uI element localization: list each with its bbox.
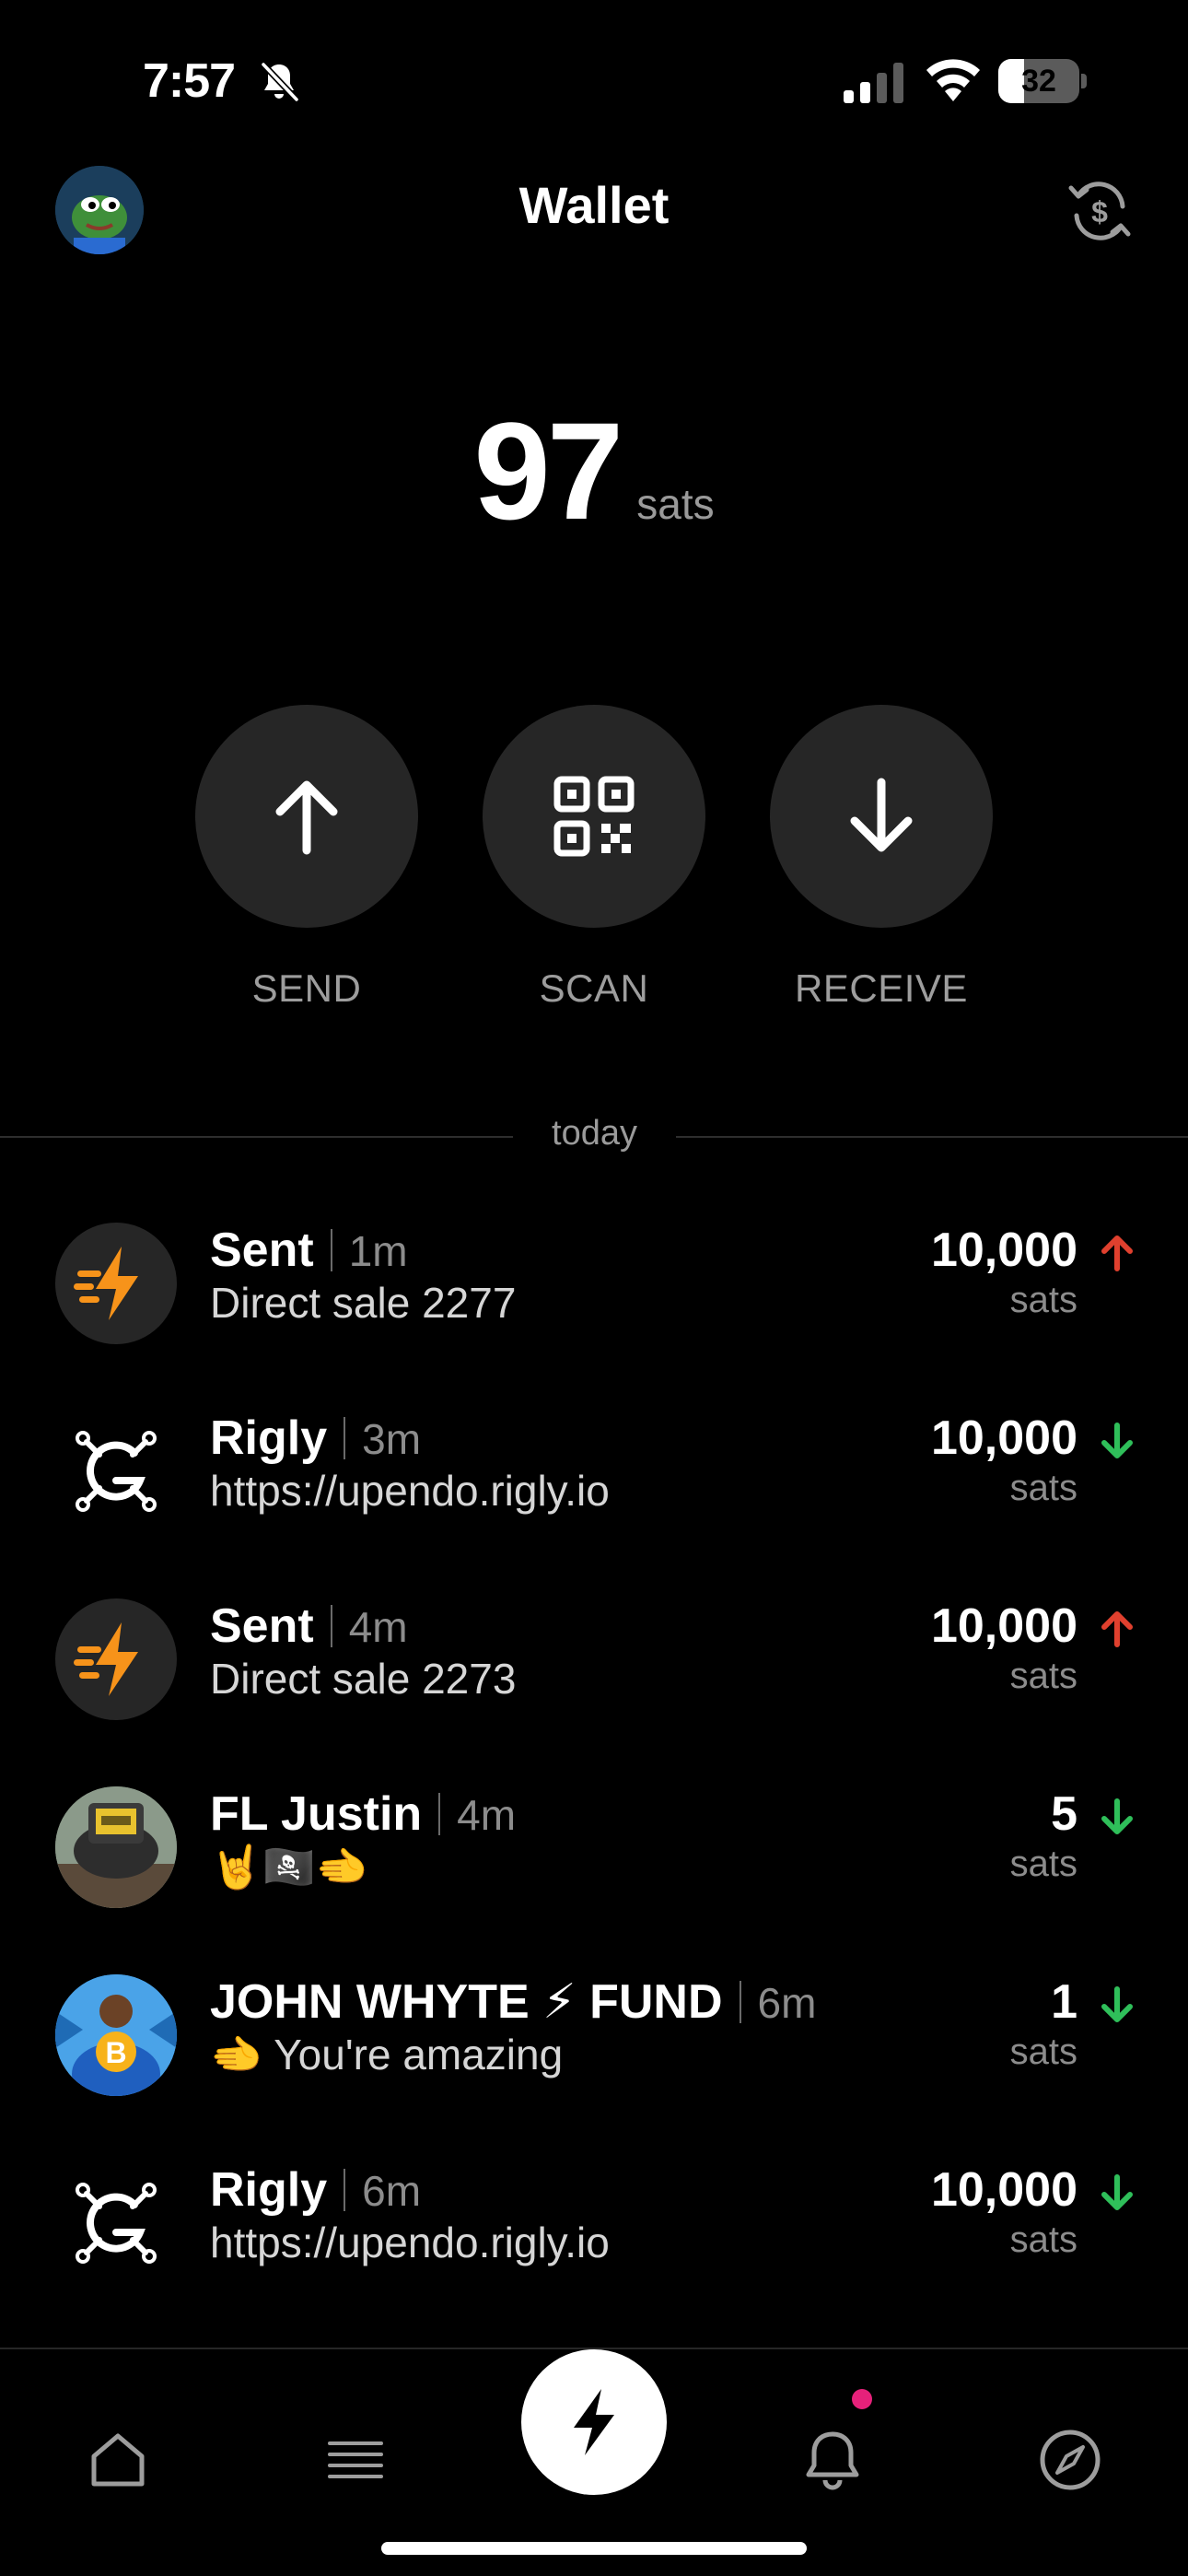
- arrow-down-icon: [1101, 2174, 1133, 2210]
- balance-amount: 97: [473, 393, 623, 548]
- qr-code-icon: [553, 776, 635, 857]
- page-title: Wallet: [518, 176, 670, 234]
- transaction-row[interactable]: FL Justin 4m 🤘🏴‍☠️🫲 5 sats: [0, 1786, 1188, 1943]
- transaction-name: JOHN WHYTE ⚡ FUND: [210, 1975, 723, 2029]
- bell-icon[interactable]: [796, 2423, 869, 2497]
- transaction-row[interactable]: Rigly 6m https://upendo.rigly.io 10,000 s…: [0, 2162, 1188, 2319]
- transaction-name: Sent: [210, 1224, 314, 1277]
- receive-button[interactable]: RECEIVE: [770, 705, 993, 1011]
- transaction-row[interactable]: Sent 4m Direct sale 2273 10,000 sats: [0, 1598, 1188, 1755]
- transaction-time: 6m: [362, 2167, 422, 2215]
- send-label: SEND: [251, 966, 362, 1010]
- transaction-unit: sats: [1009, 2219, 1077, 2260]
- cellular-signal-icon: [844, 63, 903, 103]
- date-divider-label: today: [552, 1114, 637, 1153]
- transaction-description: https://upendo.rigly.io: [210, 1467, 610, 1515]
- lightning-icon: [574, 2389, 614, 2455]
- arrow-up-icon: [1101, 1235, 1133, 1271]
- lightning-icon: [55, 1223, 177, 1344]
- date-divider: today: [0, 1114, 1188, 1153]
- transaction-row[interactable]: Sent 1m Direct sale 2277 10,000 sats: [0, 1223, 1188, 1379]
- transaction-description: 🫲 You're amazing: [210, 2031, 564, 2078]
- arrow-up-icon: [1101, 1611, 1133, 1647]
- transaction-amount: 10,000: [930, 2163, 1077, 2217]
- status-bar: 7:57 32: [0, 0, 1188, 157]
- transaction-amount: 10,000: [930, 1599, 1077, 1653]
- send-button[interactable]: SEND: [195, 705, 418, 1011]
- arrow-up-icon: [275, 780, 338, 855]
- transaction-name: Sent: [210, 1599, 314, 1653]
- transaction-time: 4m: [348, 1603, 408, 1651]
- transaction-time: 4m: [457, 1791, 517, 1839]
- rigly-logo-icon: [55, 1411, 177, 1532]
- transaction-time: 3m: [362, 1415, 422, 1463]
- transaction-description: https://upendo.rigly.io: [210, 2219, 610, 2266]
- compass-icon[interactable]: [1033, 2423, 1107, 2497]
- transaction-description: Direct sale 2277: [210, 1279, 517, 1327]
- receive-label: RECEIVE: [795, 966, 968, 1010]
- wifi-icon: [926, 59, 980, 101]
- rigly-logo-icon: [55, 2162, 177, 2284]
- scan-button[interactable]: SCAN: [483, 705, 705, 1011]
- lightning-icon: [55, 1598, 177, 1720]
- bell-slash-icon: [261, 62, 299, 102]
- transaction-row[interactable]: Rigly 3m https://upendo.rigly.io 10,000 s…: [0, 1411, 1188, 1567]
- transaction-unit: sats: [1009, 1280, 1077, 1320]
- arrow-down-icon: [1101, 1986, 1133, 2022]
- arrow-down-icon: [850, 778, 913, 852]
- status-time: 7:57: [143, 54, 236, 108]
- balance-display: 97 sats: [0, 392, 1188, 551]
- arrow-down-icon: [1101, 1423, 1133, 1458]
- balance-unit: sats: [636, 480, 715, 528]
- feed-icon[interactable]: [319, 2423, 392, 2497]
- transaction-time: 6m: [757, 1979, 817, 2027]
- transaction-row[interactable]: B JOHN WHYTE ⚡ FUND 6m 🫲 You're amazing 1…: [0, 1974, 1188, 2131]
- user-avatar: [55, 1786, 177, 1908]
- transaction-name: Rigly: [210, 1411, 328, 1465]
- transaction-unit: sats: [1009, 1468, 1077, 1508]
- transaction-unit: sats: [1009, 1844, 1077, 1884]
- transaction-description: Direct sale 2273: [210, 1655, 517, 1703]
- transaction-name: Rigly: [210, 2163, 328, 2217]
- home-icon[interactable]: [81, 2423, 155, 2497]
- transaction-name: FL Justin: [210, 1787, 423, 1841]
- svg-text:$: $: [1091, 195, 1108, 228]
- scan-label: SCAN: [539, 966, 649, 1010]
- transaction-description: 🤘🏴‍☠️🫲: [210, 1843, 368, 1891]
- lightning-action-button[interactable]: [521, 2349, 667, 2495]
- transaction-amount: 5: [1051, 1787, 1077, 1841]
- transaction-amount: 10,000: [930, 1224, 1077, 1277]
- home-indicator[interactable]: [381, 2542, 807, 2555]
- transaction-unit: sats: [1009, 2032, 1077, 2072]
- battery-icon: 32: [998, 59, 1087, 103]
- transaction-unit: sats: [1009, 1656, 1077, 1696]
- svg-text:B: B: [105, 2036, 126, 2069]
- battery-percent: 32: [1021, 64, 1056, 99]
- transaction-time: 1m: [348, 1227, 408, 1275]
- user-avatar: B: [55, 1974, 177, 2096]
- arrow-down-icon: [1101, 1798, 1133, 1834]
- notification-badge: [852, 2389, 872, 2409]
- currency-exchange-icon[interactable]: $: [1064, 175, 1136, 247]
- transaction-amount: 10,000: [930, 1411, 1077, 1465]
- transaction-amount: 1: [1051, 1975, 1077, 2029]
